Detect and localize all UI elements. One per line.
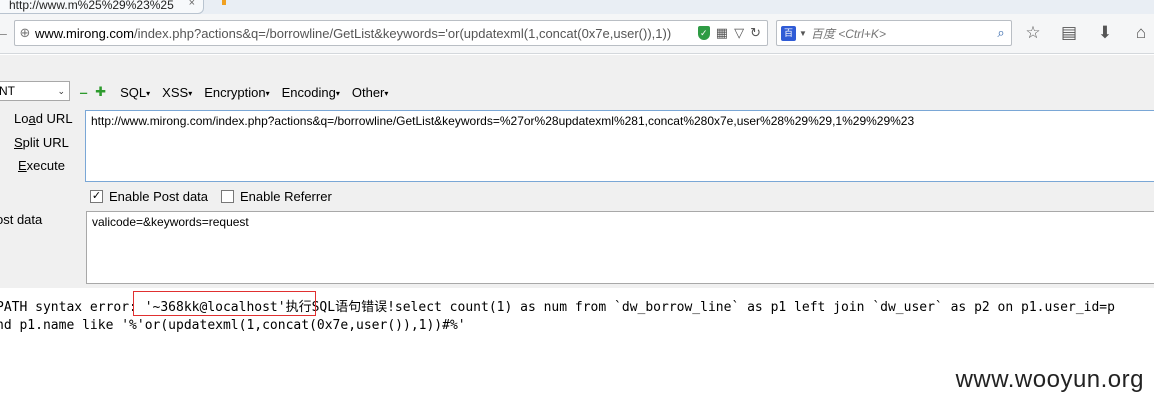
tab-strip: http://www.m%25%29%23%25 × — [0, 0, 1154, 14]
reading-list-icon[interactable]: ▤ — [1058, 22, 1080, 44]
baidu-paw-icon[interactable]: 百 — [781, 25, 796, 41]
minus-icon[interactable]: ‒ — [80, 85, 87, 100]
menu-encoding-label: Encoding — [281, 84, 336, 100]
split-url-accesskey: S — [14, 135, 23, 150]
toolbar-buttons: ☆ ▤ ⬇ ⌂ — [1022, 22, 1152, 44]
address-bar-icons: ✓ ▦ ▽ ↻ — [697, 25, 767, 41]
search-magnifier-icon[interactable]: ⌕ — [991, 25, 1011, 41]
menu-xss[interactable]: XSS▾ — [162, 85, 192, 100]
enable-post-label: Enable Post data — [109, 189, 209, 204]
tab-close-icon[interactable]: × — [189, 0, 195, 9]
post-data-label: ost data — [0, 212, 43, 227]
plus-icon[interactable]: ✚ — [95, 84, 106, 100]
back-arrow-icon[interactable]: ← — [0, 22, 12, 44]
post-data-textarea[interactable]: valicode=&keywords=request — [86, 211, 1154, 284]
reload-icon[interactable]: ↻ — [750, 25, 761, 41]
error-line-2: nd p1.name like '%'or(updatexml(1,concat… — [0, 318, 466, 333]
search-input[interactable]: 百度 <Ctrl+K> — [811, 25, 991, 42]
menu-encryption-label: Encryption — [204, 84, 266, 100]
browser-tab[interactable]: http://www.m%25%29%23%25 × — [0, 0, 204, 14]
enable-post-checkbox[interactable]: ✓ Enable Post data — [90, 189, 208, 204]
navigation-toolbar: ← ⊕ www.mirong.com/index.php?actions&q=/… — [0, 14, 1154, 54]
chevron-down-icon: ⌄ — [57, 86, 65, 96]
tab-title: http://www.m%25%29%23%25 — [9, 0, 174, 12]
url-dropdown-icon[interactable]: ▽ — [734, 25, 744, 41]
qr-code-icon[interactable]: ▦ — [716, 25, 728, 41]
menu-encoding[interactable]: Encoding▾ — [282, 85, 340, 100]
shield-icon[interactable]: ✓ — [697, 26, 710, 40]
load-url-label-a: Lo — [14, 111, 29, 126]
menu-arrow-icon: ▾ — [335, 88, 340, 98]
menu-other[interactable]: Other▾ — [352, 85, 389, 100]
execute-button[interactable]: Execute — [18, 158, 65, 173]
split-url-label: plit URL — [22, 135, 69, 150]
url-text[interactable]: www.mirong.com/index.php?actions&q=/borr… — [35, 26, 698, 41]
search-bar[interactable]: 百 ▼ 百度 <Ctrl+K> ⌕ — [776, 20, 1012, 46]
execute-accesskey: E — [18, 158, 27, 173]
engine-dropdown-icon[interactable]: ▼ — [799, 29, 807, 38]
hackbar-select-value: NT — [0, 84, 15, 98]
hackbar-menu: ‒ ✚ SQL▾ XSS▾ Encryption▾ Encoding▾ Othe… — [80, 84, 400, 100]
checkbox-unchecked-icon[interactable] — [221, 190, 234, 203]
menu-arrow-icon: ▾ — [188, 88, 193, 98]
execute-label: xecute — [26, 158, 65, 173]
menu-arrow-icon: ▾ — [384, 88, 389, 98]
checkbox-checked-icon[interactable]: ✓ — [90, 190, 103, 203]
menu-arrow-icon: ▾ — [265, 88, 270, 98]
menu-other-label: Other — [351, 84, 385, 100]
menu-arrow-icon: ▾ — [146, 88, 151, 98]
hackbar-select[interactable]: NT ⌄ — [0, 81, 70, 101]
new-tab-indicator — [222, 0, 226, 5]
load-url-accesskey: a — [28, 111, 36, 126]
address-bar[interactable]: ⊕ www.mirong.com/index.php?actions&q=/bo… — [14, 20, 768, 46]
load-url-button[interactable]: Load URL — [14, 111, 73, 126]
home-icon[interactable]: ⌂ — [1130, 22, 1152, 44]
watermark: www.wooyun.org — [955, 366, 1144, 393]
split-url-button[interactable]: Split URL — [14, 135, 69, 150]
hackbar-panel: NT ⌄ ‒ ✚ SQL▾ XSS▾ Encryption▾ Encoding▾… — [0, 55, 1154, 288]
page-output: PATH syntax error: '~368kk@localhost'执行S… — [0, 290, 1154, 407]
load-url-label-b: d URL — [35, 111, 73, 126]
url-textarea[interactable]: http://www.mirong.com/index.php?actions&… — [85, 110, 1154, 182]
highlight-box — [133, 291, 316, 316]
download-icon[interactable]: ⬇ — [1094, 22, 1116, 44]
menu-encryption[interactable]: Encryption▾ — [204, 85, 269, 100]
menu-xss-label: XSS — [162, 84, 189, 100]
bookmark-star-icon[interactable]: ☆ — [1022, 22, 1044, 44]
url-host: www.mirong.com — [35, 25, 134, 41]
enable-referrer-label: Enable Referrer — [240, 189, 332, 204]
enable-referrer-checkbox[interactable]: Enable Referrer — [221, 189, 332, 204]
menu-sql[interactable]: SQL▾ — [120, 85, 150, 100]
url-path: /index.php?actions&q=/borrowline/GetList… — [133, 25, 672, 41]
menu-sql-label: SQL — [120, 84, 147, 100]
globe-icon: ⊕ — [19, 25, 31, 40]
